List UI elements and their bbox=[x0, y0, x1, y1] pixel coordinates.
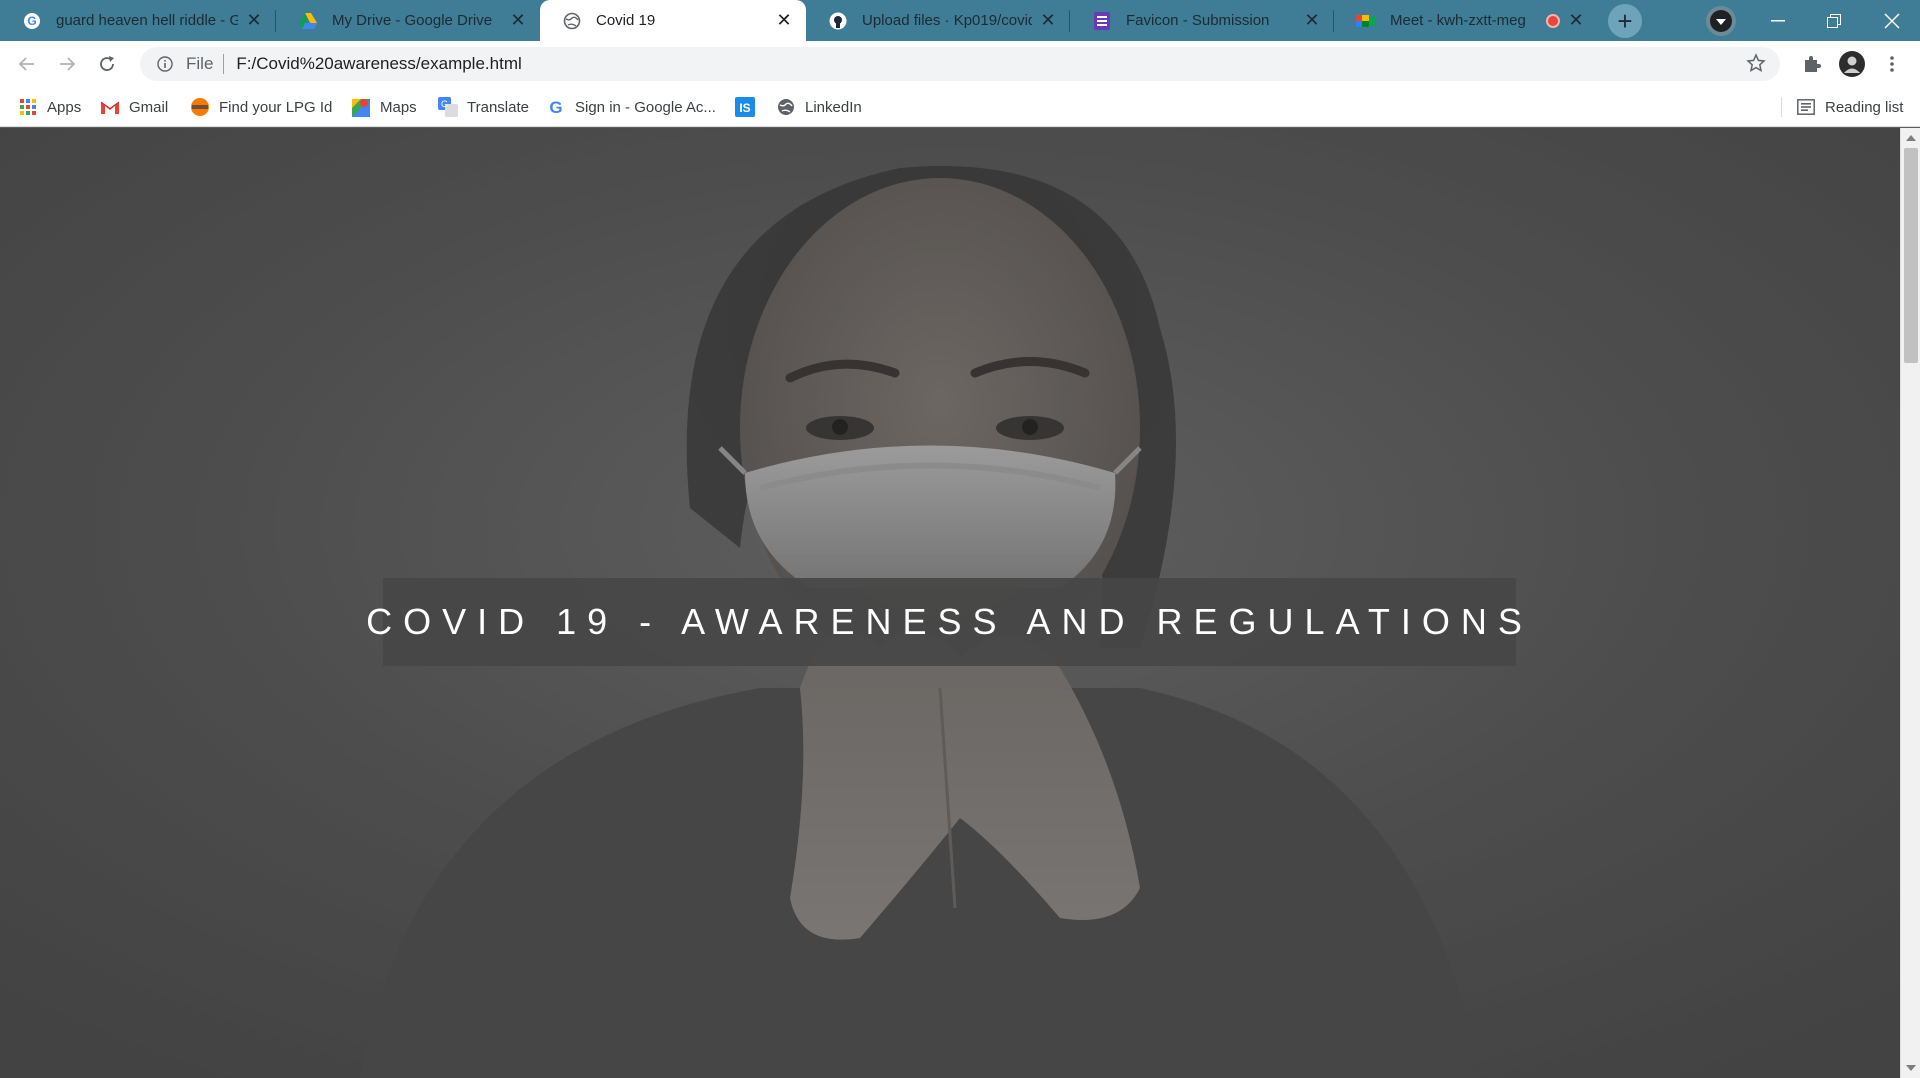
is-icon: IS bbox=[735, 97, 755, 117]
restore-icon bbox=[1827, 13, 1841, 28]
recording-indicator-icon bbox=[1546, 13, 1560, 28]
tab-github-upload[interactable]: Upload files · Kp019/covid-1 ✕ bbox=[806, 0, 1070, 41]
apps-grid-icon bbox=[18, 97, 38, 117]
bookmark-star-icon[interactable] bbox=[1746, 53, 1766, 78]
close-icon[interactable]: ✕ bbox=[774, 10, 794, 31]
close-icon[interactable]: ✕ bbox=[1566, 10, 1586, 31]
bookmark-label: Find your LPG Id bbox=[219, 98, 333, 116]
svg-text:G: G bbox=[549, 98, 562, 116]
scroll-up-arrow-icon[interactable] bbox=[1901, 130, 1920, 146]
translate-icon: G bbox=[438, 97, 458, 117]
bookmark-translate[interactable]: G Translate bbox=[438, 96, 529, 118]
bookmark-maps[interactable]: Maps bbox=[351, 96, 417, 118]
bookmark-lpg[interactable]: Find your LPG Id bbox=[190, 96, 332, 118]
tab-title: Favicon - Submission bbox=[1126, 12, 1270, 29]
close-icon[interactable]: ✕ bbox=[1038, 10, 1058, 31]
close-icon[interactable]: ✕ bbox=[244, 10, 264, 31]
lpg-icon bbox=[190, 97, 210, 117]
bookmark-label: Sign in - Google Ac... bbox=[575, 98, 716, 116]
reading-list-icon bbox=[1796, 97, 1816, 117]
back-arrow-icon bbox=[18, 57, 34, 71]
avatar-icon bbox=[1839, 51, 1865, 77]
bookmark-label: LinkedIn bbox=[805, 98, 862, 116]
page-viewport: COVID 19 - AWARENESS AND REGULATIONS bbox=[0, 128, 1900, 1078]
chevron-down-icon bbox=[1710, 10, 1732, 32]
minimize-icon bbox=[1771, 19, 1785, 21]
scrollbar-thumb[interactable] bbox=[1904, 148, 1918, 363]
svg-text:G: G bbox=[441, 99, 448, 109]
url-text[interactable]: F:/Covid%20awareness/example.html bbox=[236, 54, 521, 74]
bookmark-google-signin[interactable]: G Sign in - Google Ac... bbox=[546, 96, 716, 118]
svg-text:G: G bbox=[27, 14, 36, 28]
divider bbox=[1781, 97, 1782, 117]
gmail-icon bbox=[100, 97, 120, 117]
divider bbox=[223, 54, 225, 74]
reading-list-label: Reading list bbox=[1825, 98, 1904, 116]
address-bar[interactable]: File F:/Covid%20awareness/example.html bbox=[140, 47, 1780, 81]
tab-guard-riddle[interactable]: G guard heaven hell riddle - G ✕ bbox=[0, 0, 276, 41]
reload-icon bbox=[100, 56, 114, 71]
chrome-menu-button[interactable] bbox=[1876, 48, 1908, 80]
tab-search-button[interactable] bbox=[1706, 6, 1736, 36]
globe-icon bbox=[776, 97, 796, 117]
google-meet-icon bbox=[1356, 11, 1376, 31]
close-icon[interactable]: ✕ bbox=[508, 10, 528, 31]
page-title: COVID 19 - AWARENESS AND REGULATIONS bbox=[366, 601, 1533, 642]
url-scheme: File bbox=[186, 54, 214, 73]
extensions-button[interactable] bbox=[1796, 48, 1828, 80]
new-tab-button[interactable]: + bbox=[1608, 4, 1642, 38]
tab-title: Upload files · Kp019/covid-1 bbox=[862, 12, 1032, 29]
close-icon bbox=[1884, 12, 1900, 29]
tab-strip: G guard heaven hell riddle - G ✕ My Driv… bbox=[0, 0, 1920, 41]
tab-title: My Drive - Google Drive bbox=[332, 12, 493, 29]
google-icon: G bbox=[22, 11, 42, 31]
forward-arrow-icon bbox=[60, 57, 76, 71]
vertical-scrollbar[interactable] bbox=[1900, 128, 1920, 1078]
bookmarks-bar: Apps Gmail Find your LPG Id Maps G Trans… bbox=[0, 87, 1920, 127]
close-icon[interactable]: ✕ bbox=[1302, 10, 1322, 31]
tab-title: Meet - kwh-zxtt-meg bbox=[1390, 12, 1526, 29]
svg-text:IS: IS bbox=[739, 101, 750, 115]
tab-google-drive[interactable]: My Drive - Google Drive ✕ bbox=[276, 0, 540, 41]
tab-title: Covid 19 bbox=[596, 12, 656, 29]
bookmark-apps[interactable]: Apps bbox=[18, 96, 81, 118]
scroll-down-arrow-icon[interactable] bbox=[1901, 1060, 1920, 1076]
tab-favicon-submission[interactable]: Favicon - Submission ✕ bbox=[1070, 0, 1334, 41]
hero-banner: COVID 19 - AWARENESS AND REGULATIONS bbox=[366, 578, 1522, 666]
close-window-button[interactable] bbox=[1864, 0, 1920, 41]
reload-button[interactable] bbox=[91, 48, 123, 80]
tab-google-meet[interactable]: Meet - kwh-zxtt-meg ✕ bbox=[1334, 0, 1598, 41]
github-icon bbox=[828, 11, 848, 31]
google-drive-icon bbox=[298, 11, 318, 31]
profile-avatar[interactable] bbox=[1836, 48, 1868, 80]
bookmark-label: Maps bbox=[380, 98, 417, 116]
globe-icon bbox=[562, 11, 582, 31]
bookmark-label: Apps bbox=[47, 98, 82, 116]
info-icon[interactable] bbox=[150, 56, 180, 72]
bookmark-linkedin[interactable]: LinkedIn bbox=[776, 96, 862, 118]
restore-button[interactable] bbox=[1806, 0, 1862, 41]
tab-covid-19[interactable]: Covid 19 ✕ bbox=[540, 0, 806, 41]
browser-toolbar: File F:/Covid%20awareness/example.html bbox=[0, 41, 1920, 87]
puzzle-icon bbox=[1805, 56, 1821, 72]
google-icon: G bbox=[546, 97, 566, 117]
minimize-button[interactable] bbox=[1750, 0, 1806, 41]
reading-list-button[interactable]: Reading list bbox=[1796, 96, 1903, 118]
back-button[interactable] bbox=[11, 48, 43, 80]
kebab-menu-icon bbox=[1890, 56, 1894, 72]
bookmark-gmail[interactable]: Gmail bbox=[100, 96, 168, 118]
forms-icon bbox=[1092, 11, 1112, 31]
tab-title: guard heaven hell riddle - G bbox=[56, 12, 238, 29]
bookmark-label: Translate bbox=[467, 98, 529, 116]
forward-button[interactable] bbox=[51, 48, 83, 80]
bookmark-is[interactable]: IS bbox=[735, 96, 755, 118]
maps-icon bbox=[351, 97, 371, 117]
bookmark-label: Gmail bbox=[129, 98, 169, 116]
